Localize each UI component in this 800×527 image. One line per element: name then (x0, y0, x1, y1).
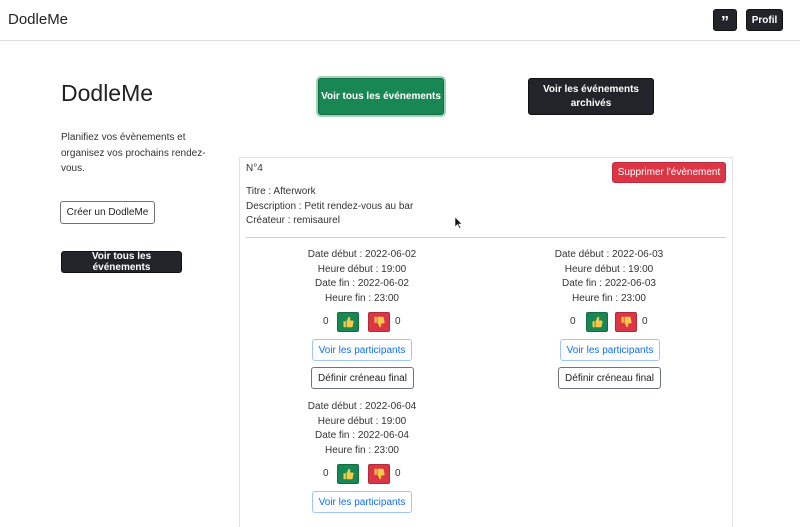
set-final-slot-button[interactable]: Définir créneau final (311, 367, 414, 389)
view-participants-button[interactable]: Voir les participants (560, 339, 660, 361)
thumbs-up-icon (343, 316, 354, 328)
dislike-count: 0 (395, 316, 401, 327)
thumbs-down-icon (374, 316, 385, 328)
view-participants-button[interactable]: Voir les participants (312, 339, 412, 361)
hero-description: Planifiez vos évènements et organisez vo… (61, 132, 206, 174)
mouse-cursor-icon (455, 217, 463, 229)
view-archived-events-button[interactable]: Voir les événements archivés (528, 78, 654, 115)
create-dodleme-button[interactable]: Créer un DodleMe (60, 201, 155, 224)
sidebar-view-all-events-button[interactable]: Voir tous les événements (61, 251, 182, 273)
slot-start-time: Heure début : 19:00 (317, 416, 407, 427)
dislike-button[interactable] (368, 464, 390, 484)
slot-end-date: Date fin : 2022-06-04 (315, 430, 409, 441)
slot-end-time: Heure fin : 23:00 (325, 293, 399, 304)
divider (246, 237, 726, 238)
brand-logo[interactable]: DodleMe (8, 11, 68, 28)
quote-icon: ” (721, 14, 729, 31)
slot-start-date: Date début : 2022-06-03 (554, 249, 664, 260)
event-title: Titre : Afterwork (246, 186, 316, 197)
event-creator: Créateur : remisaurel (246, 215, 340, 226)
view-all-events-button[interactable]: Voir tous les événements (318, 78, 444, 115)
slot-end-time: Heure fin : 23:00 (325, 445, 399, 456)
event-number: N°4 (246, 163, 263, 174)
delete-event-button[interactable]: Supprimer l'évènement (612, 162, 726, 183)
dislike-count: 0 (395, 468, 401, 479)
thumbs-down-icon (621, 316, 632, 328)
like-button[interactable] (586, 312, 608, 332)
dislike-count: 0 (642, 316, 648, 327)
profile-button[interactable]: Profil (746, 9, 783, 31)
event-description: Description : Petit rendez-vous au bar (246, 201, 414, 212)
dislike-button[interactable] (368, 312, 390, 332)
like-button[interactable] (337, 312, 359, 332)
set-final-slot-button[interactable]: Définir créneau final (558, 367, 661, 389)
slot-start-date: Date début : 2022-06-04 (307, 401, 417, 412)
page-title: DodleMe (61, 80, 154, 106)
like-count: 0 (323, 316, 329, 327)
quote-icon-button[interactable]: ” (713, 9, 737, 31)
slot-end-date: Date fin : 2022-06-02 (315, 278, 409, 289)
navbar: DodleMe ” Profil (0, 0, 800, 41)
like-count: 0 (323, 468, 329, 479)
slot-end-date: Date fin : 2022-06-03 (562, 278, 656, 289)
like-button[interactable] (337, 464, 359, 484)
dislike-button[interactable] (615, 312, 637, 332)
thumbs-down-icon (374, 468, 385, 480)
view-participants-button[interactable]: Voir les participants (312, 491, 412, 513)
slot-start-time: Heure début : 19:00 (564, 264, 654, 275)
slot-start-time: Heure début : 19:00 (317, 264, 407, 275)
slot-end-time: Heure fin : 23:00 (572, 293, 646, 304)
thumbs-up-icon (343, 468, 354, 480)
slot-start-date: Date début : 2022-06-02 (307, 249, 417, 260)
thumbs-up-icon (592, 316, 603, 328)
like-count: 0 (570, 316, 576, 327)
